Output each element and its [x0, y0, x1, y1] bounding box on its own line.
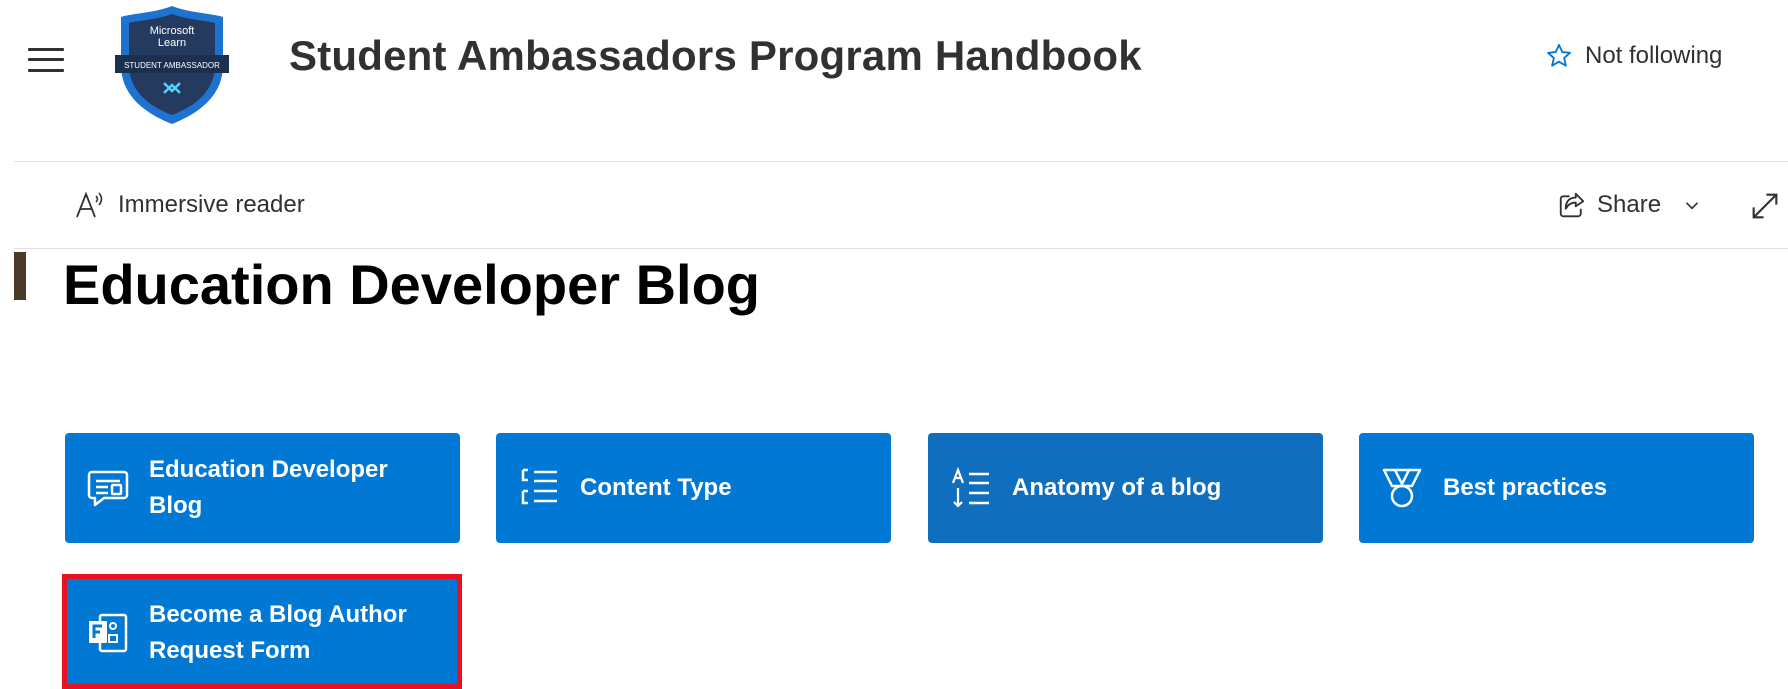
immersive-reader-label: Immersive reader — [118, 191, 305, 218]
menu-icon[interactable] — [28, 44, 66, 74]
tile-content-type[interactable]: Content Type — [496, 433, 891, 543]
tile-become-a-blog-author-request-form[interactable]: Become a Blog Author Request Form — [65, 576, 460, 689]
site-logo[interactable]: Microsoft Learn STUDENT AMBASSADOR — [115, 3, 229, 127]
tile-label: Anatomy of a blog — [1012, 474, 1222, 501]
ribbon-badge-icon — [1379, 465, 1425, 511]
site-title[interactable]: Student Ambassadors Program Handbook — [289, 32, 1142, 80]
tile-education-developer-blog[interactable]: Education Developer Blog — [65, 433, 460, 543]
immersive-reader-icon — [76, 191, 103, 218]
share-label: Share — [1597, 191, 1662, 218]
follow-button[interactable]: Not following — [1545, 38, 1722, 74]
tile-label: Content Type — [580, 474, 732, 501]
text-sort-icon — [948, 465, 994, 511]
blog-comment-icon — [85, 465, 131, 511]
tile-best-practices[interactable]: Best practices — [1359, 433, 1754, 543]
header-divider — [14, 161, 1788, 162]
logo-text-learn: Learn — [158, 37, 186, 49]
tile-label: Become a Blog Author Request Form — [149, 600, 407, 664]
tile-anatomy-of-a-blog[interactable]: Anatomy of a blog — [928, 433, 1323, 543]
expand-icon[interactable] — [1748, 189, 1782, 223]
command-bar-divider — [14, 248, 1788, 249]
star-icon — [1547, 43, 1571, 67]
immersive-reader-button[interactable]: Immersive reader — [74, 186, 305, 224]
tile-label: Education Developer Blog — [149, 456, 388, 519]
logo-banner-text: STUDENT AMBASSADOR — [124, 61, 220, 70]
title-accent-bar — [14, 252, 26, 300]
tile-label: Best practices — [1443, 474, 1608, 501]
share-button[interactable]: Share — [1557, 186, 1703, 224]
follow-label: Not following — [1585, 42, 1723, 69]
forms-icon — [85, 610, 131, 656]
page-title: Education Developer Blog — [63, 253, 760, 316]
chevron-down-icon[interactable] — [1681, 194, 1703, 216]
logo-text-microsoft: Microsoft — [150, 25, 195, 37]
share-icon — [1559, 192, 1585, 218]
list-icon — [516, 465, 562, 511]
